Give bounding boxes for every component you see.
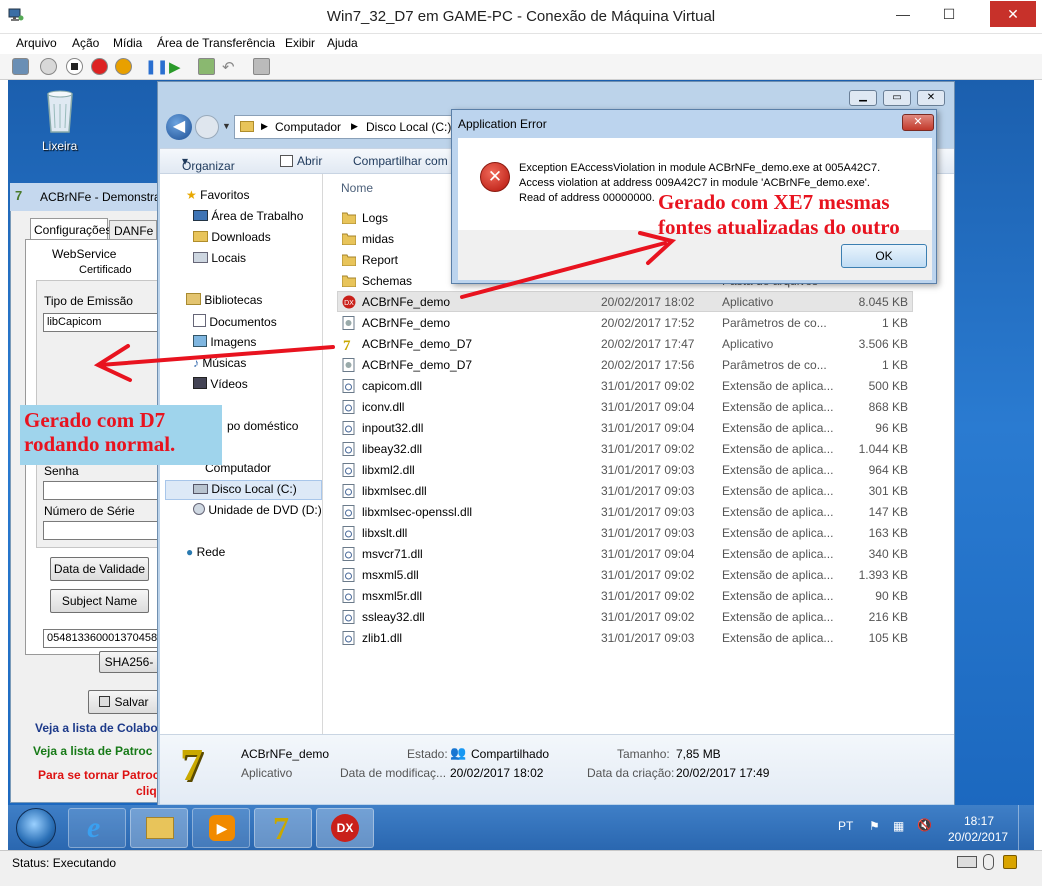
volume-muted-icon[interactable]: 🔇 [917, 818, 932, 832]
network-tray-icon[interactable]: ▦ [893, 819, 904, 833]
start-button[interactable] [16, 808, 56, 848]
taskbar-mediaplayer-button[interactable]: ▶ [192, 808, 250, 848]
ie-icon: e [87, 811, 101, 844]
keyboard-icon [957, 856, 977, 868]
media-player-icon: ▶ [209, 815, 235, 841]
dx-app-icon: DX [331, 814, 359, 842]
show-desktop-button[interactable] [1018, 805, 1034, 850]
taskbar-explorer-button[interactable] [130, 808, 188, 848]
taskbar-ie-button[interactable]: e [68, 808, 126, 848]
delphi7-icon: 7 [273, 810, 289, 846]
clock-time[interactable]: 18:17 [964, 814, 994, 828]
arrow-to-xe7-exe [460, 231, 677, 299]
flag-icon[interactable]: ⚑ [869, 819, 880, 833]
lock-icon [1003, 855, 1017, 869]
language-indicator[interactable]: PT [838, 819, 853, 833]
taskbar-acbr-d7-button[interactable]: 7 [254, 808, 312, 848]
mouse-icon [983, 854, 994, 870]
arrow-to-acbr-window [93, 344, 335, 382]
host-status-bar: Status: Executando [0, 850, 1042, 886]
taskbar-acbr-xe7-button[interactable]: DX [316, 808, 374, 848]
vm-status-text: Status: Executando [12, 856, 117, 870]
annotation-arrows [93, 231, 677, 382]
explorer-folder-icon [146, 817, 174, 839]
guest-taskbar: e ▶ 7 DX PT ⚑ ▦ 🔇 18:17 20/02/2017 [8, 805, 1034, 850]
clock-date[interactable]: 20/02/2017 [948, 830, 1008, 844]
